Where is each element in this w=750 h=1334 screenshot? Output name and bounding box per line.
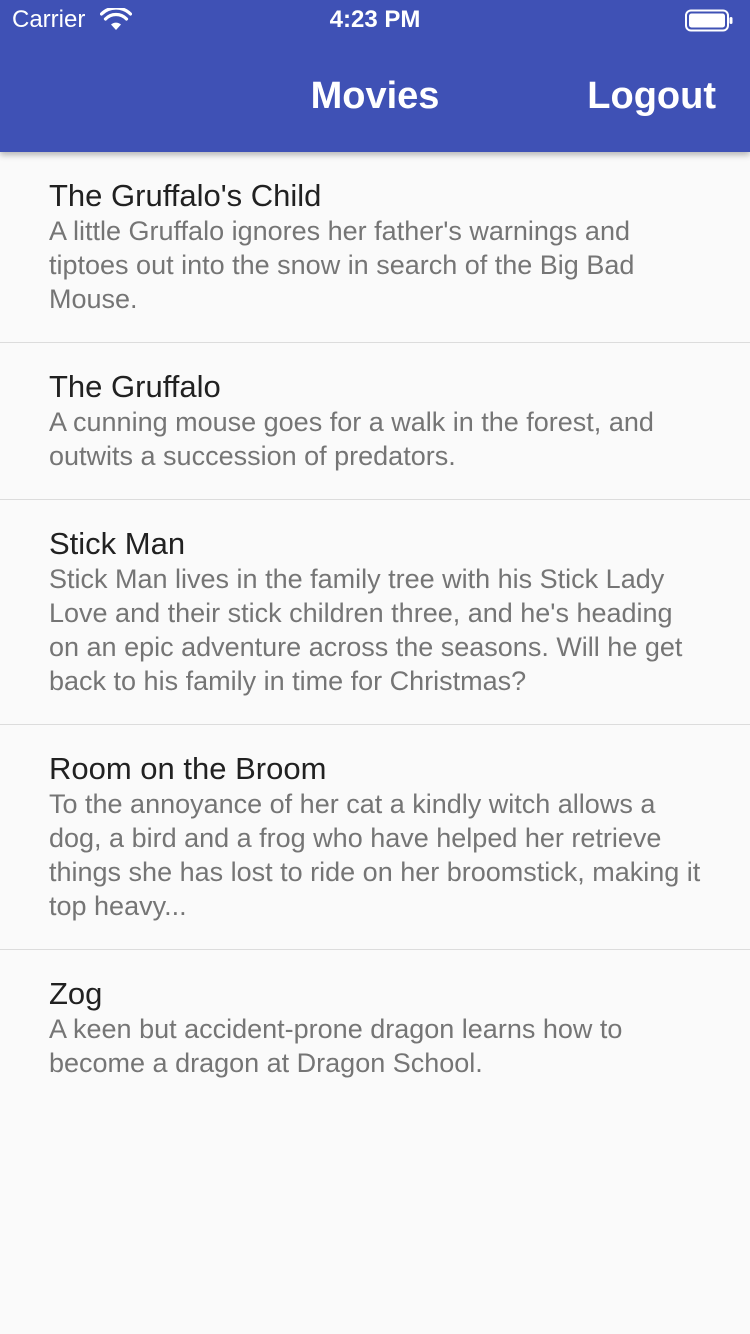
movie-description: A cunning mouse goes for a walk in the f… [49,407,654,471]
navigation-bar: Movies Logout [0,40,750,152]
movie-list-item[interactable]: Room on the Broom To the annoyance of he… [0,725,750,950]
movie-list-item[interactable]: The Gruffalo A cunning mouse goes for a … [0,343,750,500]
logout-button[interactable]: Logout [587,74,716,118]
app-bar: Carrier 4:23 PM Movies Logout [0,0,750,152]
movie-title: Stick Man [49,526,186,561]
movie-description: A little Gruffalo ignores her father's w… [49,216,635,314]
status-bar: Carrier 4:23 PM [0,0,750,40]
app-root: Carrier 4:23 PM Movies Logout The Gruffa… [0,0,750,1334]
movie-description: To the annoyance of her cat a kindly wit… [49,789,701,921]
movie-title: Zog [49,976,103,1011]
movie-description: A keen but accident-prone dragon learns … [49,1014,623,1078]
movie-list-item[interactable]: The Gruffalo's Child A little Gruffalo i… [0,152,750,343]
battery-icon [685,9,733,33]
movie-description: Stick Man lives in the family tree with … [49,564,683,696]
movie-list-item[interactable]: Stick Man Stick Man lives in the family … [0,500,750,725]
movie-title: The Gruffalo's Child [49,178,322,213]
movie-title: Room on the Broom [49,751,327,786]
movie-title: The Gruffalo [49,369,221,404]
movie-list-item[interactable]: Zog A keen but accident-prone dragon lea… [0,950,750,1106]
status-time: 4:23 PM [329,6,421,33]
movie-list: The Gruffalo's Child A little Gruffalo i… [0,152,750,1106]
